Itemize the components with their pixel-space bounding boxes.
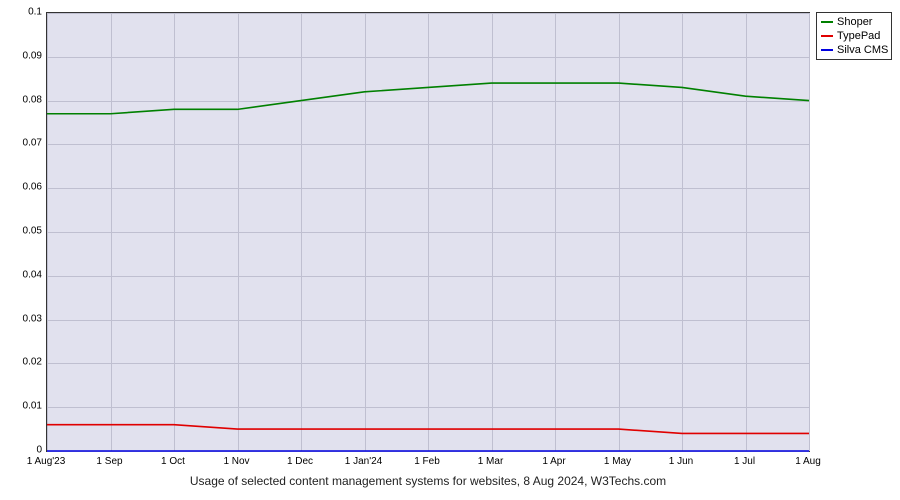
series-layer [47, 13, 809, 451]
y-tick-label: 0.09 [6, 50, 42, 61]
legend-item: Shoper [821, 15, 887, 29]
legend-item: TypePad [821, 29, 887, 43]
x-tick-label: 1 Oct [161, 456, 185, 467]
legend-item: Silva CMS [821, 43, 887, 57]
legend-label: TypePad [837, 29, 880, 43]
x-tick-label: 1 Apr [542, 456, 565, 467]
legend: ShoperTypePadSilva CMS [816, 12, 892, 60]
x-tick-label: 1 May [604, 456, 631, 467]
gridline-v [809, 13, 810, 451]
x-tick-label: 1 Jul [734, 456, 755, 467]
legend-swatch [821, 35, 833, 37]
x-tick-label: 1 Jan'24 [345, 456, 383, 467]
x-tick-label: 1 Jun [669, 456, 693, 467]
x-tick-label: 1 Aug'23 [27, 456, 66, 467]
y-tick-label: 0.03 [6, 313, 42, 324]
x-tick-label: 1 Sep [96, 456, 122, 467]
chart-caption: Usage of selected content management sys… [46, 474, 810, 488]
series-line [47, 83, 809, 114]
y-tick-label: 0.04 [6, 269, 42, 280]
y-tick-label: 0.05 [6, 226, 42, 237]
plot-area [46, 12, 810, 452]
x-tick-label: 1 Dec [287, 456, 313, 467]
x-tick-label: 1 Mar [478, 456, 504, 467]
x-tick-label: 1 Feb [414, 456, 440, 467]
x-tick-label: 1 Aug [795, 456, 821, 467]
legend-swatch [821, 21, 833, 23]
y-tick-label: 0.1 [6, 7, 42, 18]
chart-container: ShoperTypePadSilva CMS Usage of selected… [6, 6, 894, 494]
y-tick-label: 0.06 [6, 182, 42, 193]
y-tick-label: 0.08 [6, 94, 42, 105]
series-line [47, 425, 809, 434]
y-tick-label: 0.02 [6, 357, 42, 368]
legend-swatch [821, 49, 833, 51]
legend-label: Silva CMS [837, 43, 888, 57]
y-tick-label: 0.01 [6, 401, 42, 412]
legend-label: Shoper [837, 15, 872, 29]
x-tick-label: 1 Nov [223, 456, 249, 467]
y-tick-label: 0 [6, 445, 42, 456]
y-tick-label: 0.07 [6, 138, 42, 149]
